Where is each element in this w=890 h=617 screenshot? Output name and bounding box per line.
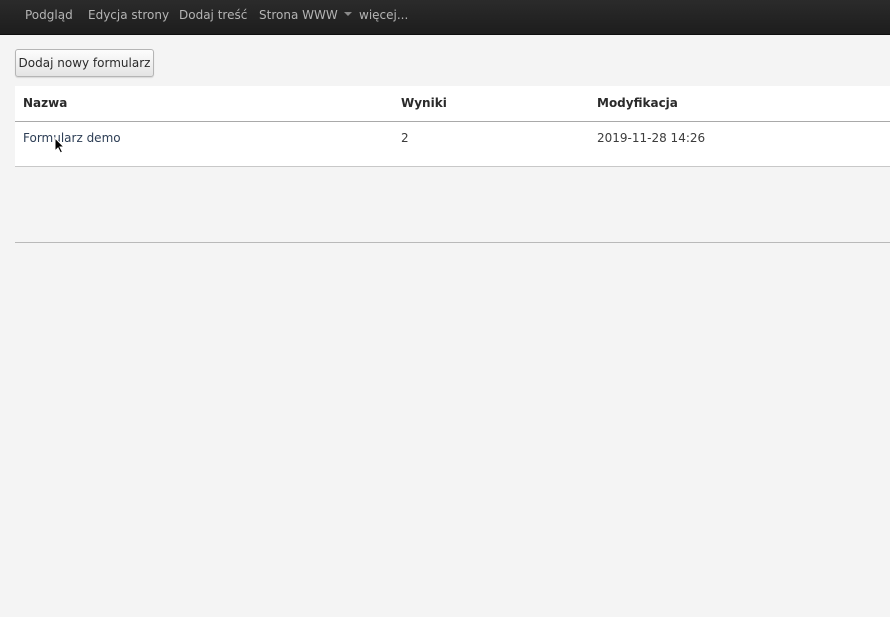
add-new-form-button[interactable]: Dodaj nowy formularz: [15, 49, 154, 77]
nav-item-website-dropdown[interactable]: Strona WWW: [259, 0, 352, 30]
table-header: Nazwa Wyniki Modyfikacja: [15, 86, 890, 122]
form-name-link[interactable]: Formularz demo: [23, 131, 121, 145]
nav-item-preview[interactable]: Podgląd: [25, 0, 73, 30]
mouse-pointer-icon: [54, 137, 66, 154]
column-header-name[interactable]: Nazwa: [23, 96, 67, 110]
forms-table: Nazwa Wyniki Modyfikacja Formularz demo …: [15, 86, 890, 167]
column-header-results[interactable]: Wyniki: [401, 96, 447, 110]
divider: [15, 242, 890, 243]
nav-item-add-content[interactable]: Dodaj treść: [179, 0, 247, 30]
form-results-count: 2: [401, 131, 409, 145]
form-modified-date: 2019-11-28 14:26: [597, 131, 706, 145]
nav-item-more[interactable]: więcej...: [359, 0, 408, 30]
caret-down-icon: [343, 11, 352, 16]
nav-item-website-label: Strona WWW: [259, 8, 338, 22]
nav-item-edit-page[interactable]: Edycja strony: [88, 0, 169, 30]
top-navbar: Podgląd Edycja strony Dodaj treść Strona…: [0, 0, 890, 35]
column-header-modified[interactable]: Modyfikacja: [597, 96, 678, 110]
